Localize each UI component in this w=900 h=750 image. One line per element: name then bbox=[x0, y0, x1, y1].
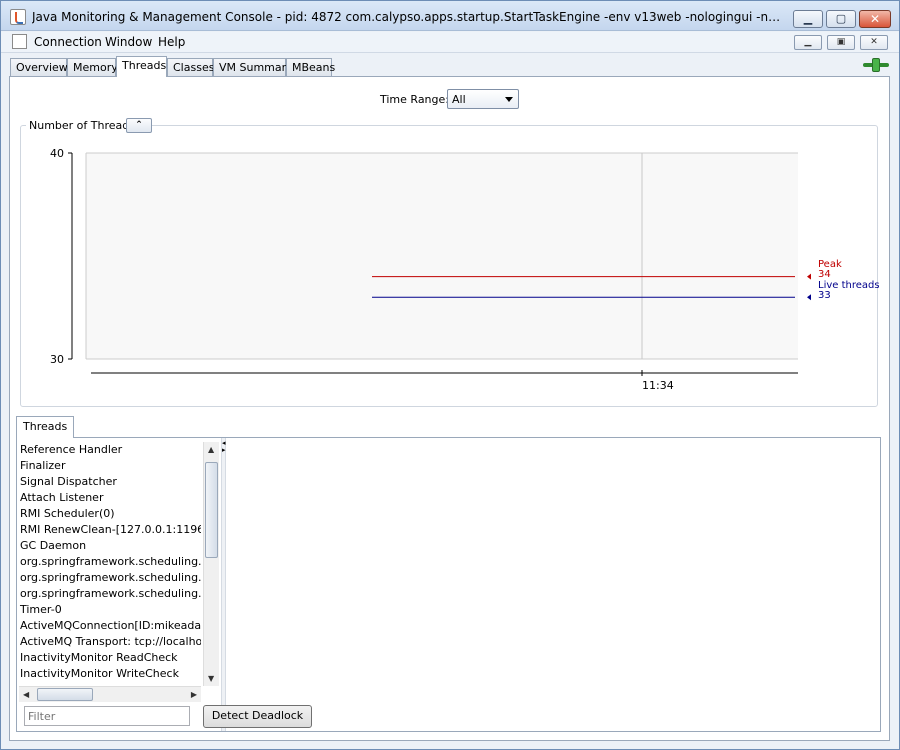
split-pane-divider[interactable]: ◂ ▸ bbox=[221, 438, 226, 731]
thread-list-item[interactable]: RMI Scheduler(0) bbox=[19, 506, 201, 522]
x-tick-label: 11:34 bbox=[642, 379, 674, 392]
app-window: Java Monitoring & Management Console - p… bbox=[0, 0, 900, 750]
plot-area bbox=[86, 153, 798, 359]
menu-connection[interactable]: Connection bbox=[31, 34, 105, 50]
thread-list-item[interactable]: Attach Listener bbox=[19, 490, 201, 506]
scroll-left-icon[interactable]: ◀ bbox=[23, 690, 29, 699]
thread-list-item[interactable]: InactivityMonitor ReadCheck bbox=[19, 650, 201, 666]
scroll-up-icon[interactable]: ▲ bbox=[208, 445, 214, 454]
horizontal-scroll-thumb[interactable] bbox=[37, 688, 93, 701]
threads-chart: 403011:34Peak34Live threads33 bbox=[50, 147, 879, 392]
detect-deadlock-button[interactable]: Detect Deadlock bbox=[203, 705, 312, 728]
chevron-down-icon bbox=[505, 97, 513, 102]
thread-list-item[interactable]: InactivityMonitor WriteCheck bbox=[19, 666, 201, 682]
thread-list-horizontal-scrollbar[interactable]: ◀ ▶ bbox=[19, 686, 201, 702]
minimize-icon: ▁ bbox=[803, 12, 813, 25]
thread-list-item[interactable]: ActiveMQConnection[ID:mikeadams-5 bbox=[19, 618, 201, 634]
divider-arrows-icon[interactable]: ◂ ▸ bbox=[222, 440, 226, 454]
y-tick-label: 30 bbox=[50, 353, 64, 366]
vertical-scroll-thumb[interactable] bbox=[205, 462, 218, 558]
plug-body bbox=[872, 58, 880, 72]
title-bar[interactable]: Java Monitoring & Management Console - p… bbox=[1, 1, 899, 31]
close-icon: ✕ bbox=[869, 12, 881, 26]
tab-vm-summary[interactable]: VM Summary bbox=[213, 58, 293, 77]
time-range-label: Time Range: bbox=[380, 93, 449, 106]
java-app-icon[interactable] bbox=[12, 34, 27, 49]
legend-value: 34 bbox=[818, 269, 831, 280]
scroll-down-icon[interactable]: ▼ bbox=[208, 674, 214, 683]
thread-list-item[interactable]: GC Daemon bbox=[19, 538, 201, 554]
thread-list-item[interactable]: Reference Handler bbox=[19, 442, 201, 458]
java-app-icon bbox=[10, 9, 26, 25]
threads-subtab[interactable]: Threads bbox=[16, 416, 75, 438]
threads-details-box: Reference Handler Finalizer Signal Dispatc… bbox=[16, 437, 881, 732]
thread-list-item[interactable]: Signal Dispatcher bbox=[19, 474, 201, 490]
scroll-right-icon[interactable]: ▶ bbox=[191, 690, 197, 699]
thread-list-item[interactable]: org.springframework.scheduling.quar bbox=[19, 586, 201, 602]
tab-threads[interactable]: Threads bbox=[116, 56, 167, 77]
internal-restore-button[interactable]: ▣ bbox=[827, 35, 855, 50]
maximize-icon: ▢ bbox=[835, 12, 847, 25]
time-range-value: All bbox=[452, 93, 466, 106]
thread-list-item[interactable]: RMI RenewClean-[127.0.0.1:1196,co bbox=[19, 522, 201, 538]
thread-list-item[interactable]: ActiveMQ Transport: tcp://localhost/1 bbox=[19, 634, 201, 650]
window-title: Java Monitoring & Management Console - p… bbox=[32, 10, 787, 24]
time-range-select[interactable]: All bbox=[447, 89, 519, 109]
menu-help[interactable]: Help bbox=[155, 34, 188, 50]
thread-list-item[interactable]: org.springframework.scheduling.quar bbox=[19, 570, 201, 586]
minimize-button[interactable]: ▁ bbox=[793, 10, 823, 28]
tab-classes[interactable]: Classes bbox=[167, 58, 214, 77]
menu-bar: Connection Window Help ▁ ▣ ✕ bbox=[1, 32, 899, 53]
internal-minimize-button[interactable]: ▁ bbox=[794, 35, 822, 50]
maximize-button[interactable]: ▢ bbox=[826, 10, 856, 28]
legend-value: 33 bbox=[818, 290, 831, 301]
tab-memory[interactable]: Memory bbox=[67, 58, 118, 77]
thread-list-vertical-scrollbar[interactable]: ▲ ▼ bbox=[203, 442, 219, 686]
tab-mbeans[interactable]: MBeans bbox=[286, 58, 335, 77]
thread-list-item[interactable]: Finalizer bbox=[19, 458, 201, 474]
series-marker bbox=[807, 273, 811, 280]
tab-overview[interactable]: Overview bbox=[10, 58, 68, 77]
thread-list-item[interactable]: org.springframework.scheduling.quar bbox=[19, 554, 201, 570]
thread-list-item[interactable]: Timer-0 bbox=[19, 602, 201, 618]
series-marker bbox=[807, 294, 811, 301]
thread-list[interactable]: Reference Handler Finalizer Signal Dispatc… bbox=[19, 442, 201, 686]
threads-chart-panel: Number of Threads ⌃ 40 30 11:34 Peak 34 Live … bbox=[20, 118, 879, 407]
filter-input[interactable] bbox=[24, 706, 190, 726]
internal-close-button[interactable]: ✕ bbox=[860, 35, 888, 50]
thread-detail-pane bbox=[227, 438, 880, 731]
menu-window[interactable]: Window bbox=[102, 34, 155, 50]
close-button[interactable]: ✕ bbox=[859, 10, 891, 28]
threads-tab-panel: Time Range: All Number of Threads ⌃ 40 30… bbox=[9, 76, 890, 741]
y-tick-label: 40 bbox=[50, 147, 64, 160]
connection-plug-icon[interactable] bbox=[863, 58, 889, 72]
